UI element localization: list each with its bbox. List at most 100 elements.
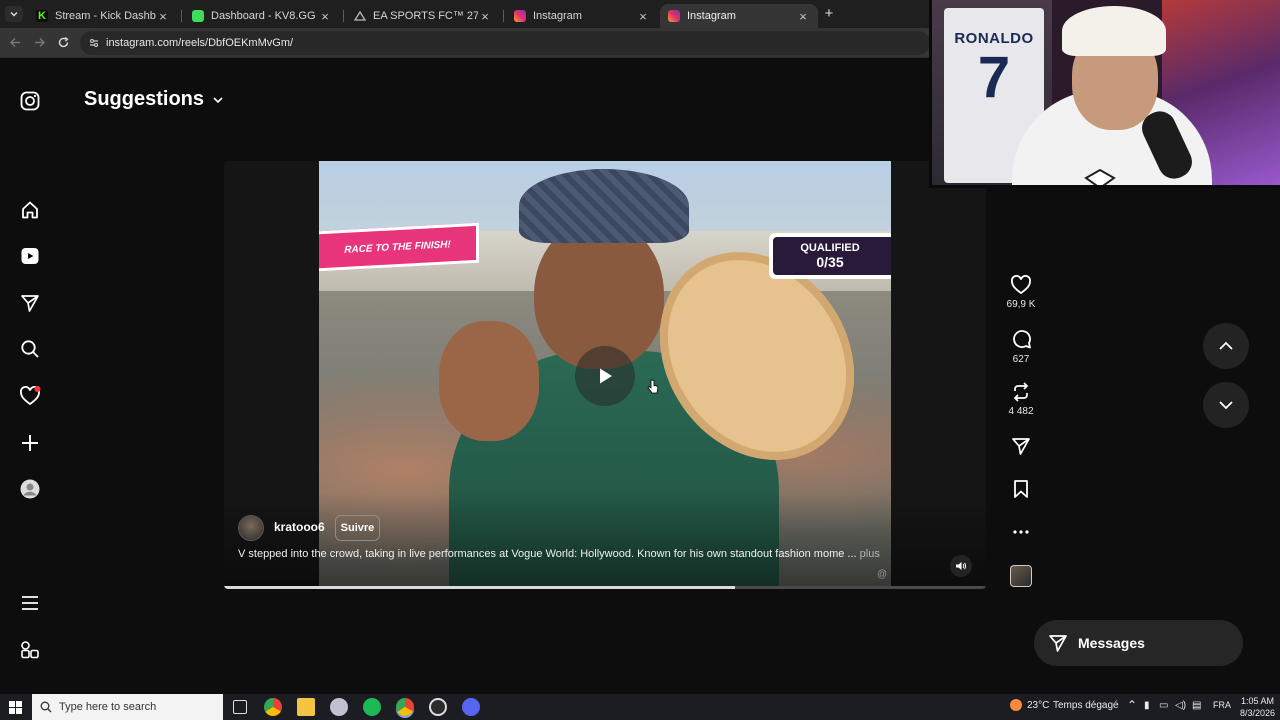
browser-tab-instagram[interactable]: Instagram × xyxy=(506,4,658,28)
send-icon xyxy=(1012,438,1030,455)
tab-search-button[interactable] xyxy=(5,6,23,22)
save-button[interactable] xyxy=(1004,479,1038,499)
chrome-profile-icon[interactable] xyxy=(396,698,414,716)
clock-date[interactable]: 8/3/2026 xyxy=(1240,708,1275,718)
like-button[interactable]: 69,9 K xyxy=(1004,275,1038,310)
author-username[interactable]: kratooo6 xyxy=(274,520,325,534)
share-button[interactable] xyxy=(1004,436,1038,456)
suggestions-dropdown[interactable]: Suggestions xyxy=(84,88,224,111)
overlay-qualified-box: QUALIFIED 0/35 xyxy=(769,233,891,279)
instagram-logo-icon[interactable] xyxy=(18,89,42,113)
browser-tab-kick[interactable]: K Stream - Kick Dashboard × xyxy=(28,4,178,28)
taskbar-search-box[interactable]: Type here to search xyxy=(32,694,223,720)
bookmark-icon xyxy=(1014,480,1028,498)
tab-separator xyxy=(343,10,344,22)
close-icon[interactable]: × xyxy=(478,9,492,24)
audio-thumbnail[interactable] xyxy=(1004,565,1038,587)
weather-icon[interactable] xyxy=(1010,699,1022,711)
tab-separator xyxy=(181,10,182,22)
overlay-race-text: RACE TO THE FINISH! xyxy=(344,238,451,256)
like-count: 69,9 K xyxy=(1006,299,1036,310)
search-icon xyxy=(40,701,52,713)
spotify-icon[interactable] xyxy=(363,698,381,716)
follow-button-label: Suivre xyxy=(340,522,375,534)
hand-cursor-icon xyxy=(647,379,659,395)
notifications-heart-icon[interactable] xyxy=(18,384,42,408)
next-reel-button[interactable] xyxy=(1203,382,1249,428)
caption-more-link[interactable]: plus xyxy=(860,548,880,560)
send-icon xyxy=(1049,635,1067,652)
clock-time[interactable]: 1:05 AM xyxy=(1241,696,1274,706)
microphone-tray-icon[interactable]: ▮ xyxy=(1144,700,1150,711)
speaker-icon xyxy=(956,562,967,570)
tab-title: Instagram xyxy=(533,10,582,22)
previous-reel-button[interactable] xyxy=(1203,323,1249,369)
chevron-up-icon xyxy=(1219,341,1233,350)
close-icon[interactable]: × xyxy=(156,9,170,24)
close-icon[interactable]: × xyxy=(796,9,810,24)
repost-icon xyxy=(1013,382,1029,402)
browser-tab-kv8[interactable]: Dashboard - KV8.GG × xyxy=(184,4,340,28)
person-cap xyxy=(519,169,689,243)
close-icon[interactable]: × xyxy=(636,9,650,24)
comment-button[interactable]: 627 xyxy=(1004,329,1038,365)
reel-player[interactable]: RACE TO THE FINISH! QUALIFIED 0/35 @ kra… xyxy=(224,161,986,589)
task-view-icon[interactable] xyxy=(233,700,247,714)
direct-messages-icon[interactable] xyxy=(18,291,42,315)
site-info-icon[interactable] xyxy=(88,37,100,49)
also-from-meta-icon[interactable] xyxy=(18,638,42,662)
overlay-race-banner: RACE TO THE FINISH! xyxy=(319,222,479,272)
follow-button[interactable]: Suivre xyxy=(335,515,380,541)
browser-tab-ea[interactable]: EA SPORTS FC™ 27 | FUT Deep × xyxy=(346,4,500,28)
video-progress-bar[interactable] xyxy=(224,586,986,589)
url-text: instagram.com/reels/DbfOEKmMvGm/ xyxy=(106,37,294,49)
repost-button[interactable]: 4 482 xyxy=(1004,382,1038,417)
play-button[interactable] xyxy=(575,346,635,406)
volume-button[interactable] xyxy=(950,555,972,577)
streamer-webcam: RONALDO 7 xyxy=(929,0,1280,188)
close-icon[interactable]: × xyxy=(318,9,332,24)
overlay-qualified-count: 0/35 xyxy=(816,254,844,270)
volume-tray-icon[interactable]: ◁) xyxy=(1175,700,1186,711)
reload-icon[interactable] xyxy=(57,36,70,49)
ea-icon xyxy=(354,10,366,22)
new-tab-button[interactable]: + xyxy=(821,5,837,23)
streamer-logo-icon xyxy=(1082,168,1118,185)
more-menu-icon[interactable] xyxy=(18,591,42,615)
forward-icon[interactable] xyxy=(33,36,46,49)
chevron-down-icon xyxy=(10,12,18,17)
discord-icon[interactable] xyxy=(462,698,480,716)
url-bar[interactable]: instagram.com/reels/DbfOEKmMvGm/ xyxy=(80,31,930,55)
weather-temperature[interactable]: 23°C xyxy=(1027,700,1049,711)
back-icon[interactable] xyxy=(9,36,22,49)
network-icon[interactable]: ▭ xyxy=(1159,700,1168,711)
home-icon[interactable] xyxy=(18,198,42,222)
kick-icon: K xyxy=(36,10,48,22)
chevron-down-icon xyxy=(1219,401,1233,410)
browser-tab-instagram-active[interactable]: Instagram × xyxy=(660,4,818,28)
search-icon[interactable] xyxy=(18,337,42,361)
create-plus-icon[interactable] xyxy=(18,431,42,455)
language-indicator[interactable]: FRA xyxy=(1213,700,1231,710)
profile-avatar-icon[interactable] xyxy=(18,477,42,501)
instagram-icon xyxy=(514,10,526,22)
weather-description[interactable]: Temps dégagé xyxy=(1053,700,1119,711)
instagram-icon xyxy=(668,10,680,22)
windows-start-icon[interactable] xyxy=(9,701,22,714)
more-options-button[interactable] xyxy=(1004,522,1038,542)
app-icon[interactable] xyxy=(330,698,348,716)
chevron-down-icon xyxy=(213,96,223,103)
obs-icon[interactable] xyxy=(429,698,447,716)
tab-title: Instagram xyxy=(687,10,736,22)
messages-button[interactable]: Messages xyxy=(1034,620,1243,666)
comment-icon xyxy=(1012,330,1031,349)
reel-caption[interactable]: V stepped into the crowd, taking in live… xyxy=(238,548,938,560)
caption-ellipsis: ... xyxy=(847,548,857,560)
author-avatar[interactable] xyxy=(238,515,264,541)
heart-icon xyxy=(1011,275,1031,295)
file-explorer-icon[interactable] xyxy=(297,698,315,716)
chrome-icon[interactable] xyxy=(264,698,282,716)
reels-icon[interactable] xyxy=(18,244,42,268)
tray-chevron-up-icon[interactable]: ⌃ xyxy=(1127,698,1137,712)
keyboard-icon[interactable]: ▤ xyxy=(1192,700,1201,711)
